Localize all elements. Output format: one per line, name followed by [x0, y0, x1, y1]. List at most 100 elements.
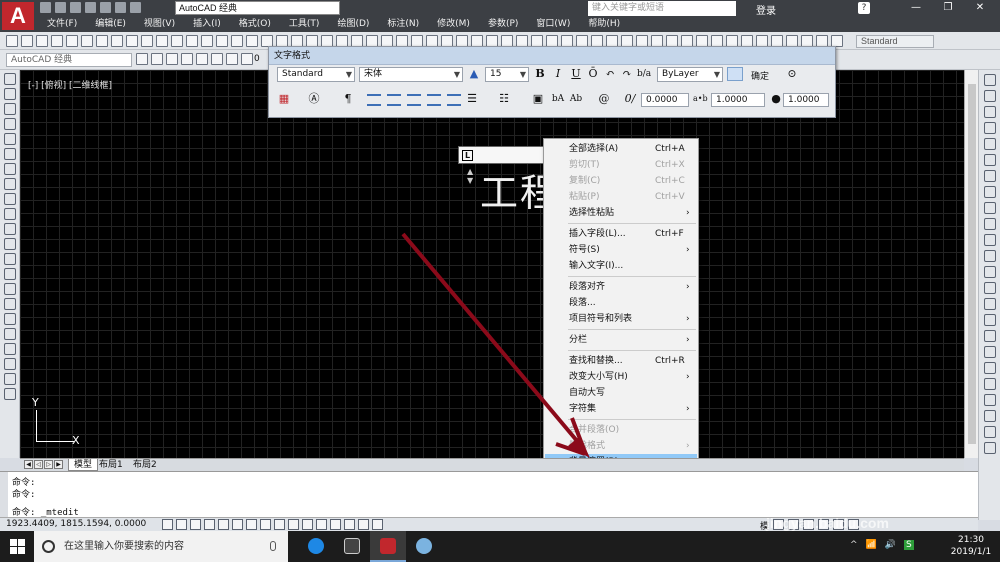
restore-icon[interactable]: ❐ — [932, 0, 964, 16]
draw-tool-icon[interactable] — [3, 343, 16, 355]
toolbar-tool-icon[interactable] — [36, 35, 48, 47]
modify-tool-icon[interactable] — [983, 218, 996, 230]
modify-tool-icon[interactable] — [983, 170, 996, 182]
layer-tool-icon[interactable] — [166, 53, 178, 65]
status-toggle-icon[interactable] — [176, 519, 187, 530]
tracking-field[interactable]: 1.0000 — [711, 93, 765, 107]
modify-tool-icon[interactable] — [983, 106, 996, 118]
status-toggle-icon[interactable] — [260, 519, 271, 530]
undo-icon[interactable]: ↶ — [603, 67, 617, 81]
scrollbar-thumb[interactable] — [968, 84, 976, 444]
status-toggle-icon[interactable] — [162, 519, 173, 530]
draw-tool-icon[interactable] — [3, 133, 16, 145]
modify-tool-icon[interactable] — [983, 154, 996, 166]
context-menu-item[interactable]: 选择性粘贴 › — [545, 205, 697, 221]
ruler-toggle-icon[interactable] — [727, 67, 743, 81]
draw-tool-icon[interactable] — [3, 313, 16, 325]
new-icon[interactable] — [40, 2, 51, 13]
redo-icon[interactable]: ↷ — [620, 67, 634, 81]
menu-item[interactable]: 帮助(H) — [579, 17, 629, 32]
autocad-taskbar-icon[interactable] — [370, 531, 406, 562]
modify-tool-icon[interactable] — [983, 330, 996, 342]
status-toggle-icon[interactable] — [302, 519, 313, 530]
columns-icon[interactable]: ▦ — [277, 92, 291, 106]
status-toggle-icon[interactable] — [232, 519, 243, 530]
context-menu-item[interactable]: 改变大小写(H) › — [545, 369, 697, 385]
modify-tool-icon[interactable] — [983, 138, 996, 150]
options-icon[interactable]: ⊙ — [785, 67, 799, 81]
toolbar-tool-icon[interactable] — [156, 35, 168, 47]
status-toggle-icon[interactable] — [330, 519, 341, 530]
toolbar-tool-icon[interactable] — [216, 35, 228, 47]
toolbar-tool-icon[interactable] — [186, 35, 198, 47]
toolbar-tool-icon[interactable] — [81, 35, 93, 47]
oblique-icon[interactable]: 0/ — [623, 92, 637, 106]
toolbar-tool-icon[interactable] — [171, 35, 183, 47]
context-menu-item[interactable]: 符号(S) › — [545, 242, 697, 258]
draw-tool-icon[interactable] — [3, 208, 16, 220]
toolbar-tool-icon[interactable] — [126, 35, 138, 47]
tab-layout1[interactable]: 布局1 — [94, 459, 128, 471]
context-menu-item[interactable]: 输入文字(I)... — [545, 258, 697, 274]
draw-tool-icon[interactable] — [3, 103, 16, 115]
modify-tool-icon[interactable] — [983, 346, 996, 358]
drawing-canvas[interactable]: [-] [俯视] [二维线框] Y X — [20, 70, 964, 458]
layer-tool-icon[interactable] — [196, 53, 208, 65]
context-menu-item[interactable]: 段落... — [545, 295, 697, 311]
context-menu-item[interactable]: 合并段落(O) — [545, 422, 697, 438]
modify-tool-icon[interactable] — [983, 90, 996, 102]
chevron-up-icon[interactable]: ^ — [850, 540, 858, 550]
align-left-icon[interactable] — [367, 94, 381, 106]
text-format-title[interactable]: 文字格式 — [269, 47, 835, 65]
context-menu-item[interactable]: 粘贴(P) Ctrl+V — [545, 189, 697, 205]
login-button[interactable]: 登录 — [756, 2, 776, 17]
layer-tool-icon[interactable] — [226, 53, 238, 65]
help-icon[interactable]: ? — [858, 2, 870, 14]
toolbar-tool-icon[interactable] — [51, 35, 63, 47]
tab-layout2[interactable]: 布局2 — [128, 459, 162, 471]
style-combo[interactable]: Standard ▼ — [277, 67, 355, 82]
lowercase-icon[interactable]: Ab — [569, 92, 583, 106]
layer-tool-icon[interactable] — [181, 53, 193, 65]
modify-tool-icon[interactable] — [983, 202, 996, 214]
draw-tool-icon[interactable] — [3, 388, 16, 400]
ruler-handle-icon[interactable]: ▲ ▼ — [467, 167, 477, 185]
menu-item[interactable]: 窗口(W) — [527, 17, 579, 32]
context-menu-item[interactable]: 段落对齐 › — [545, 279, 697, 295]
search-input[interactable]: 键入关键字或短语 — [588, 1, 736, 16]
status-toggle-icon[interactable] — [358, 519, 369, 530]
draw-tool-icon[interactable] — [3, 193, 16, 205]
microphone-icon[interactable] — [270, 541, 276, 551]
toolbar-tool-icon[interactable] — [96, 35, 108, 47]
modify-tool-icon[interactable] — [983, 186, 996, 198]
mtext-justify-icon[interactable]: Ⓐ — [307, 92, 321, 106]
stack-icon[interactable]: b/a — [637, 67, 651, 81]
draw-tool-icon[interactable] — [3, 373, 16, 385]
draw-tool-icon[interactable] — [3, 118, 16, 130]
context-menu-item[interactable]: 全部选择(A) Ctrl+A — [545, 141, 697, 157]
draw-tool-icon[interactable] — [3, 298, 16, 310]
font-combo[interactable]: 宋体 ▼ — [359, 67, 463, 82]
save-as-icon[interactable] — [85, 2, 96, 13]
save-icon[interactable] — [70, 2, 81, 13]
distribute-icon[interactable] — [447, 94, 461, 106]
draw-tool-icon[interactable] — [3, 253, 16, 265]
status-toggle-icon[interactable] — [218, 519, 229, 530]
layer-tool-icon[interactable] — [151, 53, 163, 65]
command-grip[interactable] — [0, 472, 8, 518]
draw-tool-icon[interactable] — [3, 283, 16, 295]
draw-tool-icon[interactable] — [3, 178, 16, 190]
modify-tool-icon[interactable] — [983, 410, 996, 422]
context-menu-item[interactable]: 分栏 › — [545, 332, 697, 348]
menu-item[interactable]: 修改(M) — [428, 17, 479, 32]
menu-item[interactable]: 文件(F) — [38, 17, 86, 32]
vertical-scrollbar[interactable] — [964, 70, 978, 458]
modify-tool-icon[interactable] — [983, 314, 996, 326]
layer-value[interactable]: 0 — [254, 54, 260, 64]
toolbar-tool-icon[interactable] — [6, 35, 18, 47]
ok-button[interactable]: 确定 — [751, 69, 769, 82]
uppercase-icon[interactable]: bA — [551, 92, 565, 106]
toolbar-tool-icon[interactable] — [66, 35, 78, 47]
workspace-select[interactable]: AutoCAD 经典 — [175, 1, 340, 15]
status-toggle-icon[interactable] — [288, 519, 299, 530]
